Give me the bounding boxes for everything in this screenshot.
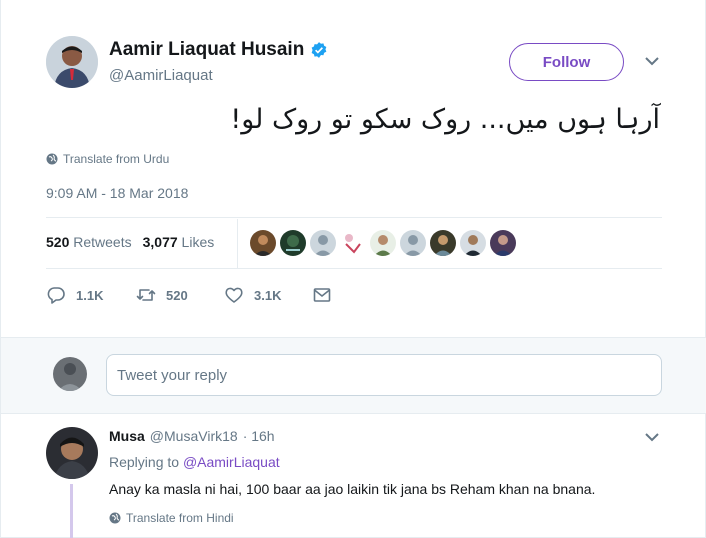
like-action[interactable]: 3.1K (224, 285, 312, 305)
reply-time[interactable]: · 16h (243, 428, 275, 444)
liker-avatar[interactable] (340, 230, 366, 256)
direct-message-action[interactable] (312, 285, 332, 305)
reply-icon (47, 287, 65, 304)
translate-label[interactable]: Translate from Urdu (63, 152, 169, 166)
liker-avatar[interactable] (400, 230, 426, 256)
reply-translate-link[interactable]: Translate from Hindi (109, 511, 234, 525)
divider (46, 217, 662, 218)
liker-avatar[interactable] (370, 230, 396, 256)
reply-author-avatar[interactable] (46, 427, 98, 479)
author-name[interactable]: Aamir Liaquat Husain (109, 39, 328, 61)
translate-link[interactable]: Translate from Urdu (46, 152, 169, 166)
retweets-stat-label: Retweets (73, 234, 132, 250)
engagement-stats: 520 Retweets 3,077 Likes (46, 234, 214, 250)
liker-avatar[interactable] (430, 230, 456, 256)
stats-separator (237, 219, 238, 269)
follow-button[interactable]: Follow (509, 43, 624, 81)
likes-stat[interactable]: 3,077 Likes (143, 234, 215, 250)
thread-line (70, 484, 73, 538)
likes-count: 3,077 (142, 234, 178, 250)
reply-composer (1, 337, 706, 414)
divider (46, 268, 662, 269)
reply-count: 1.1K (76, 287, 104, 303)
likes-stat-label: Likes (181, 234, 215, 250)
tweet-actions: 1.1K 520 3.1K (46, 285, 332, 305)
author-handle[interactable]: @AamirLiaquat (109, 67, 213, 84)
tweet-card: Aamir Liaquat Husain @AamirLiaquat Follo… (0, 0, 706, 538)
reply-author-handle[interactable]: @MusaVirk18 (150, 428, 238, 444)
like-count: 3.1K (254, 287, 282, 303)
liker-avatar[interactable] (250, 230, 276, 256)
heart-icon (225, 287, 243, 303)
reply-input[interactable] (106, 354, 662, 396)
replying-to-link[interactable]: @AamirLiaquat (183, 454, 280, 470)
likers-avatars (250, 230, 516, 256)
globe-icon (46, 153, 58, 165)
retweet-count: 520 (166, 287, 188, 303)
tweet-timestamp[interactable]: 9:09 AM - 18 Mar 2018 (46, 185, 188, 201)
chevron-down-icon[interactable] (643, 54, 661, 68)
retweets-stat[interactable]: 520 Retweets (46, 234, 132, 250)
reply-header: Musa @MusaVirk18 · 16h (109, 428, 275, 444)
liker-avatar[interactable] (490, 230, 516, 256)
envelope-icon (313, 288, 331, 302)
reply-text: Anay ka masla ni hai, 100 baar aa jao la… (109, 481, 596, 497)
author-name-text[interactable]: Aamir Liaquat Husain (109, 39, 304, 61)
chevron-down-icon[interactable] (643, 430, 661, 444)
replying-prefix: Replying to (109, 454, 180, 470)
retweets-count: 520 (46, 234, 70, 250)
liker-avatar[interactable] (460, 230, 486, 256)
globe-icon (109, 512, 121, 524)
liker-avatar[interactable] (280, 230, 306, 256)
tweet-text: آرہا ہوں میں... روک سکو تو روک لو! (230, 104, 660, 135)
reply-action[interactable]: 1.1K (46, 285, 136, 305)
author-avatar[interactable] (46, 36, 98, 88)
reply-author-name[interactable]: Musa (109, 428, 145, 444)
retweet-action[interactable]: 520 (136, 285, 224, 305)
current-user-avatar[interactable] (53, 357, 87, 391)
reply-translate-label[interactable]: Translate from Hindi (126, 511, 234, 525)
liker-avatar[interactable] (310, 230, 336, 256)
verified-badge-icon (311, 42, 327, 58)
retweet-icon (136, 289, 156, 301)
replying-to: Replying to @AamirLiaquat (109, 454, 280, 470)
